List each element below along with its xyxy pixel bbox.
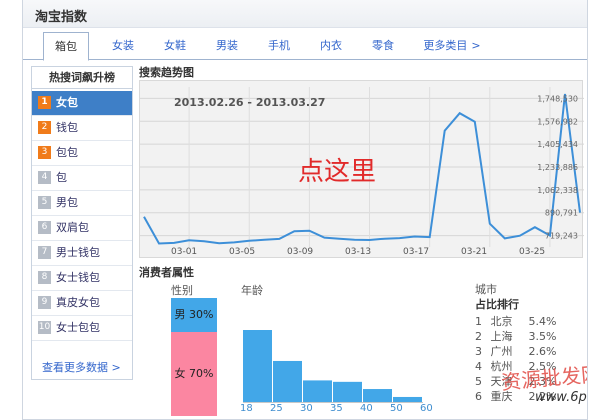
sidebar-item-label: 钱包 — [56, 121, 78, 134]
tab-underwear[interactable]: 内衣 — [305, 32, 357, 60]
sidebar-item-label: 包 — [56, 171, 67, 184]
age-tick-label: 18 — [240, 403, 253, 414]
rank-badge: 4 — [38, 170, 51, 184]
date-range: 2013.02.26 - 2013.03.27 — [174, 96, 326, 109]
x-tick-label: 03-05 — [229, 247, 256, 257]
more-data-link[interactable]: 查看更多数据 > — [42, 359, 121, 375]
sidebar-item-label: 男士钱包 — [56, 246, 100, 259]
age-bar — [333, 381, 362, 402]
rank-badge: 9 — [38, 295, 51, 309]
trend-x-axis: 03-01 03-05 03-09 03-13 03-17 03-21 03-2… — [139, 247, 583, 261]
y-tick-label: 719,243 — [545, 232, 578, 241]
y-tick-label: 890,791 — [545, 209, 578, 218]
x-tick-label: 03-13 — [345, 247, 372, 257]
y-tick-label: 1,576,982 — [537, 117, 578, 126]
age-bar — [243, 330, 272, 402]
sidebar-item-label: 女士钱包 — [56, 271, 100, 284]
category-tabs: 箱包 女装 女鞋 男装 手机 内衣 零食 更多类目 > — [23, 32, 587, 61]
city-label: 城市 — [475, 283, 497, 296]
city-row: 2 上海 3.5% — [475, 330, 557, 343]
age-label: 年龄 — [241, 284, 263, 297]
consumer-title: 消费者属性 — [139, 266, 194, 279]
gender-male-bar: 男 30% — [171, 298, 217, 332]
tab-mens-clothing[interactable]: 男装 — [201, 32, 253, 60]
age-tick-label: 60 — [420, 403, 433, 414]
rank-badge: 10 — [38, 320, 51, 334]
trend-chart[interactable]: 719,243 890,791 1,062,338 1,233,886 1,405,43… — [139, 80, 584, 258]
x-tick-label: 03-01 — [171, 247, 198, 257]
sidebar-item[interactable]: 5 男包 — [32, 191, 132, 216]
panel-header: 淘宝指数 — [23, 0, 587, 28]
age-tick-label: 35 — [330, 403, 343, 414]
age-tick-label: 25 — [270, 403, 283, 414]
tab-more-categories[interactable]: 更多类目 > — [413, 32, 491, 60]
y-tick-label: 1,405,434 — [537, 140, 578, 149]
age-tick-label: 30 — [300, 403, 313, 414]
sidebar-item[interactable]: 10 女士包包 — [32, 316, 132, 341]
rank-badge: 5 — [38, 195, 51, 209]
index-panel: 淘宝指数 箱包 女装 女鞋 男装 手机 内衣 零食 更多类目 > 热搜词飙升榜 1… — [22, 0, 588, 420]
sidebar-item-label: 女包 — [56, 96, 78, 109]
gender-label: 性别 — [171, 284, 193, 297]
sidebar-item[interactable]: 1 女包 — [32, 91, 132, 116]
x-tick-label: 03-25 — [519, 247, 546, 257]
panel-title: 淘宝指数 — [35, 10, 88, 25]
sidebar-item[interactable]: 6 双肩包 — [32, 216, 132, 241]
age-tick-label: 50 — [390, 403, 403, 414]
tab-snacks[interactable]: 零食 — [357, 32, 409, 60]
x-tick-label: 03-09 — [287, 247, 314, 257]
sidebar-item[interactable]: 9 真皮女包 — [32, 291, 132, 316]
y-tick-label: 1,748,530 — [537, 94, 578, 103]
rank-badge: 8 — [38, 270, 51, 284]
sidebar-item-label: 包包 — [56, 146, 78, 159]
tab-bags[interactable]: 箱包 — [43, 32, 89, 61]
rank-badge: 7 — [38, 245, 51, 259]
rank-badge: 6 — [38, 220, 51, 234]
sidebar-title: 热搜词飙升榜 — [32, 67, 132, 89]
age-bar — [303, 380, 332, 402]
watermark-url: www.6pf.cn — [535, 390, 587, 405]
age-tick-label: 40 — [360, 403, 373, 414]
rank-badge: 2 — [38, 120, 51, 134]
click-here-overlay[interactable]: 点这里 — [298, 151, 376, 188]
y-tick-label: 1,062,338 — [537, 186, 578, 195]
rank-badge: 1 — [38, 95, 51, 109]
sidebar-item-label: 双肩包 — [56, 221, 89, 234]
sidebar-item-label: 真皮女包 — [56, 296, 100, 309]
sidebar-item-label: 女士包包 — [56, 321, 100, 334]
age-bar — [393, 396, 422, 402]
y-tick-label: 1,233,886 — [537, 163, 578, 172]
tab-mobile[interactable]: 手机 — [253, 32, 305, 60]
sidebar-item-label: 男包 — [56, 196, 78, 209]
city-row: 1 北京 5.4% — [475, 315, 557, 328]
city-rank-title: 占比排行 — [475, 298, 519, 311]
age-bar — [273, 360, 302, 402]
sidebar-item[interactable]: 3 包包 — [32, 141, 132, 166]
sidebar-item[interactable]: 4包 — [32, 166, 132, 191]
tab-womens-shoes[interactable]: 女鞋 — [149, 32, 201, 60]
age-bar — [363, 389, 392, 402]
sidebar-item[interactable]: 2 钱包 — [32, 116, 132, 141]
x-tick-label: 03-17 — [403, 247, 430, 257]
sidebar-item[interactable]: 8 女士钱包 — [32, 266, 132, 291]
hot-search-sidebar: 热搜词飙升榜 1 女包 2 钱包 3 包包 4包 5 男包 6 双肩包 7 男士钱包 8 女士… — [31, 66, 133, 380]
age-x-axis: 18 25 30 35 40 50 60 — [233, 403, 453, 417]
chevron-right-icon: > — [471, 39, 481, 52]
sidebar-item[interactable]: 7 男士钱包 — [32, 241, 132, 266]
trend-title: 搜索趋势图 — [139, 66, 194, 79]
city-row: 3 广州 2.6% — [475, 345, 557, 358]
gender-female-bar: 女 70% — [171, 332, 217, 416]
rank-badge: 3 — [38, 145, 51, 159]
age-histogram — [243, 330, 423, 403]
x-tick-label: 03-21 — [461, 247, 488, 257]
tab-womens-clothing[interactable]: 女装 — [97, 32, 149, 60]
